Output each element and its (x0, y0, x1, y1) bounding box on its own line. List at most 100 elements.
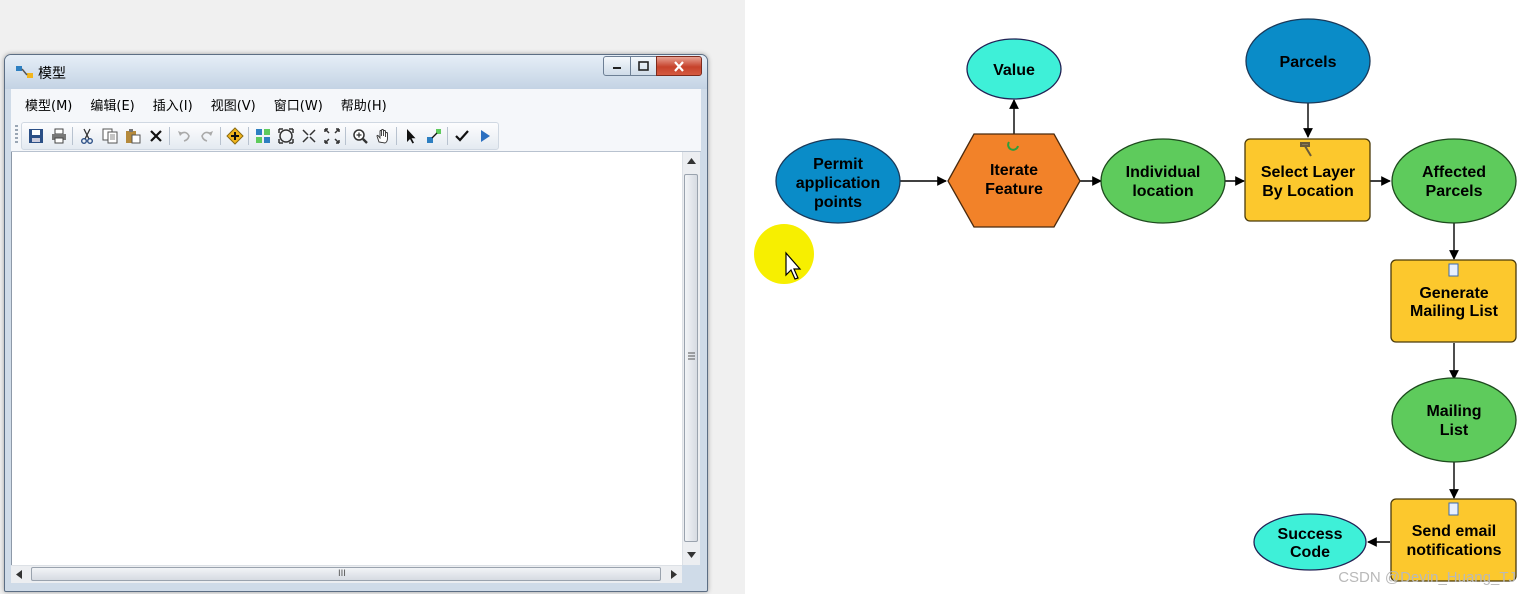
validate-button[interactable] (450, 125, 473, 147)
close-icon (674, 60, 684, 72)
scroll-up-icon[interactable] (687, 158, 696, 164)
pan-icon (376, 129, 388, 144)
node-iterate-feature[interactable]: Iterate Feature (947, 133, 1081, 228)
pan-button[interactable] (371, 125, 394, 147)
run-icon (480, 130, 490, 142)
svg-text:Generate: Generate (1419, 285, 1488, 302)
zoom-in-fixed-button[interactable] (297, 125, 320, 147)
node-generate-mailing-list[interactable]: Generate Mailing List (1390, 259, 1517, 343)
minimize-icon (613, 67, 621, 69)
minimize-button[interactable] (603, 56, 631, 76)
node-success-code[interactable]: Success Code (1253, 513, 1367, 571)
script-icon (1448, 263, 1459, 277)
svg-text:Value: Value (993, 62, 1035, 79)
vertical-scroll-thumb[interactable] (684, 174, 698, 542)
auto-layout-button[interactable] (251, 125, 274, 147)
redo-icon (200, 131, 213, 142)
svg-text:Select Layer: Select Layer (1261, 164, 1355, 181)
menu-insert[interactable]: 插入(I) (144, 95, 202, 114)
validate-icon (454, 130, 469, 142)
svg-text:List: List (1440, 422, 1469, 439)
menu-bar: 模型(M) 编辑(E) 插入(I) 视图(V) 窗口(W) 帮助(H) (11, 89, 701, 119)
full-extent-button[interactable] (274, 125, 297, 147)
scroll-left-icon[interactable] (16, 570, 22, 579)
undo-button[interactable] (172, 125, 195, 147)
delete-icon (149, 130, 162, 142)
copy-button[interactable] (98, 125, 121, 147)
svg-text:Send email: Send email (1412, 523, 1496, 540)
add-data-icon (225, 127, 244, 145)
undo-icon (177, 131, 190, 142)
cut-icon (80, 128, 93, 144)
svg-text:Individual: Individual (1126, 164, 1201, 181)
copy-icon (102, 128, 117, 144)
mouse-cursor (754, 224, 814, 284)
cursor-highlight (754, 224, 814, 284)
svg-text:Mailing List: Mailing List (1410, 303, 1499, 320)
full-extent-icon (277, 128, 294, 144)
run-button[interactable] (473, 125, 496, 147)
print-button[interactable] (47, 125, 70, 147)
svg-text:Mailing: Mailing (1426, 403, 1481, 420)
zoom-in-button[interactable] (348, 125, 371, 147)
node-value[interactable]: Value (966, 38, 1062, 100)
node-parcels[interactable]: Parcels (1245, 18, 1371, 104)
select-icon (406, 129, 415, 144)
paste-icon (125, 129, 140, 144)
model-window: 模型 模型(M) 编辑(E) 插入(I) 视图(V) 窗口(W) 帮助(H) I… (4, 54, 708, 592)
save-icon (28, 129, 43, 143)
zoom-in-fixed-icon (301, 129, 316, 143)
node-individual-location[interactable]: Individual location (1100, 138, 1226, 224)
horizontal-scroll-thumb[interactable]: III (31, 567, 661, 581)
toolbar (11, 119, 701, 152)
add-data-button[interactable] (223, 125, 246, 147)
maximize-button[interactable] (630, 56, 657, 76)
model-icon (16, 66, 33, 78)
close-button[interactable] (656, 56, 702, 76)
connect-button[interactable] (422, 125, 445, 147)
maximize-icon (638, 61, 649, 71)
model-diagram: Permit application points Iterate Featur… (745, 0, 1524, 594)
node-select-layer-by-location[interactable]: Select Layer By Location (1244, 138, 1371, 222)
cut-button[interactable] (75, 125, 98, 147)
svg-text:Parcels: Parcels (1426, 183, 1483, 200)
select-button[interactable] (399, 125, 422, 147)
svg-text:Parcels: Parcels (1280, 54, 1337, 71)
toolbar-grip[interactable] (15, 125, 18, 145)
redo-button[interactable] (195, 125, 218, 147)
zoom-out-fixed-button[interactable] (320, 125, 343, 147)
print-icon (51, 128, 66, 144)
scroll-down-icon[interactable] (687, 552, 696, 558)
svg-text:location: location (1132, 183, 1193, 200)
scroll-grip: III (338, 569, 346, 579)
svg-text:points: points (814, 194, 862, 211)
svg-text:Iterate: Iterate (990, 162, 1038, 179)
save-button[interactable] (24, 125, 47, 147)
svg-text:Permit: Permit (813, 156, 863, 173)
svg-text:Affected: Affected (1422, 164, 1486, 181)
svg-text:Code: Code (1290, 544, 1330, 561)
title-bar[interactable]: 模型 (5, 55, 707, 89)
delete-button[interactable] (144, 125, 167, 147)
paste-button[interactable] (121, 125, 144, 147)
menu-help[interactable]: 帮助(H) (332, 95, 396, 114)
vertical-scrollbar[interactable] (682, 152, 700, 565)
auto-layout-icon (255, 129, 270, 143)
model-canvas[interactable] (11, 152, 683, 565)
svg-text:notifications: notifications (1406, 542, 1501, 559)
scroll-right-icon[interactable] (671, 570, 677, 579)
horizontal-scrollbar[interactable]: III (11, 565, 682, 583)
node-permit-application-points[interactable]: Permit application points (775, 138, 901, 224)
diagram-svg: Permit application points Iterate Featur… (754, 18, 1517, 582)
menu-window[interactable]: 窗口(W) (265, 95, 332, 114)
window-title: 模型 (38, 66, 66, 82)
svg-text:application: application (796, 175, 880, 192)
svg-text:Success: Success (1278, 526, 1343, 543)
svg-text:By Location: By Location (1262, 183, 1354, 200)
menu-model[interactable]: 模型(M) (11, 95, 81, 114)
node-affected-parcels[interactable]: Affected Parcels (1391, 138, 1517, 224)
script-icon (1448, 502, 1459, 516)
menu-edit[interactable]: 编辑(E) (81, 95, 143, 114)
node-mailing-list[interactable]: Mailing List (1391, 377, 1517, 463)
menu-view[interactable]: 视图(V) (202, 95, 265, 114)
